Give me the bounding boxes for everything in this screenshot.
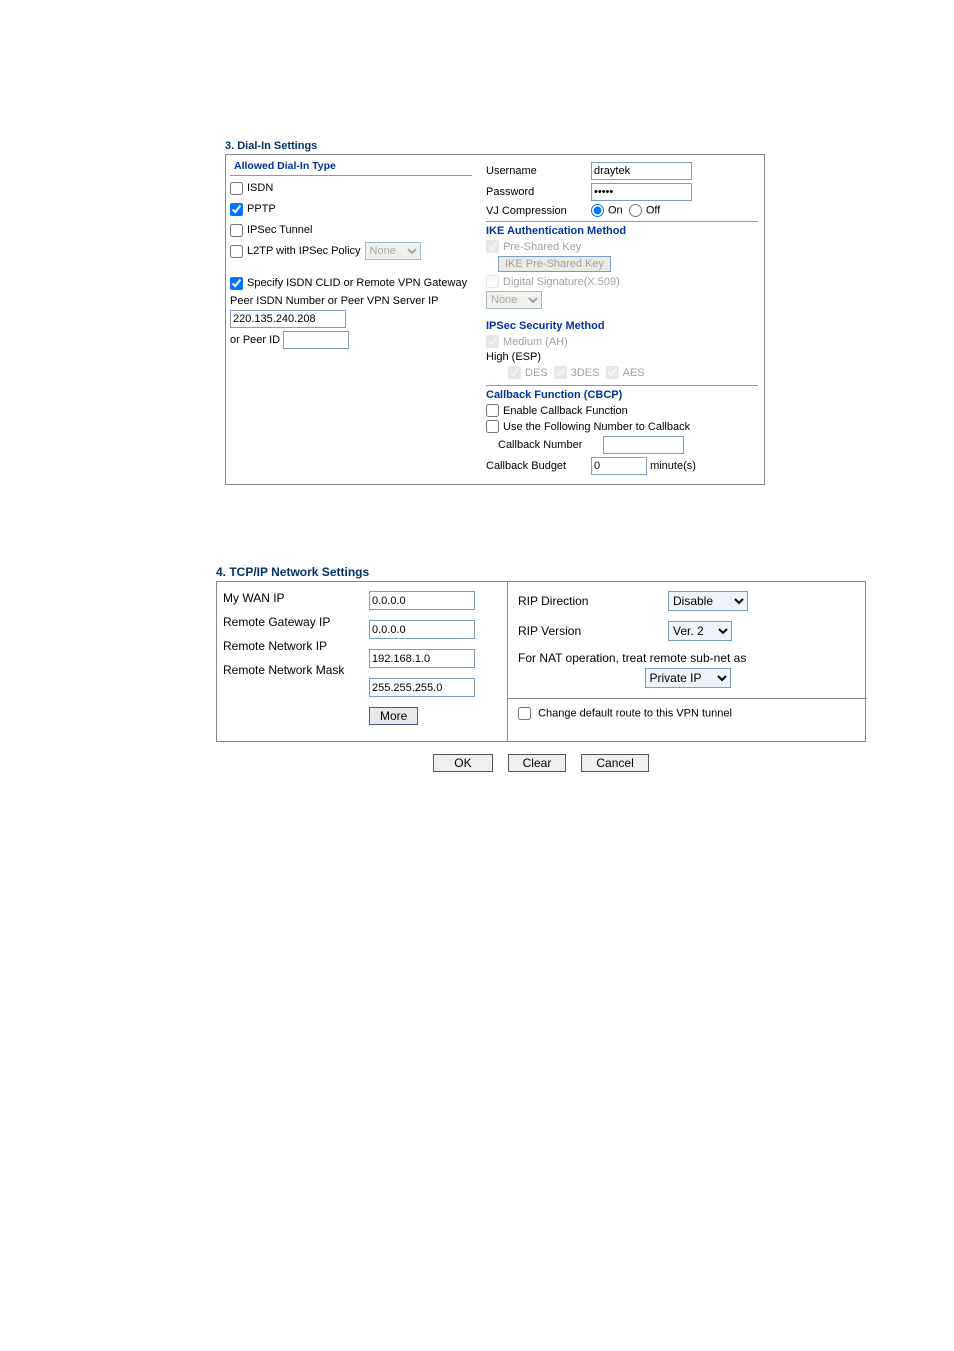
- isdn-checkbox[interactable]: [230, 182, 243, 195]
- cancel-button[interactable]: Cancel: [581, 754, 648, 772]
- enable-callback-label: Enable Callback Function: [503, 405, 628, 417]
- allowed-dialin-header: Allowed Dial-In Type: [230, 157, 472, 176]
- vj-on-radio[interactable]: [591, 204, 604, 217]
- dsig-select: None: [486, 291, 542, 309]
- my-wan-ip-label: My WAN IP: [223, 591, 285, 605]
- ipsec-tunnel-label: IPSec Tunnel: [247, 224, 312, 236]
- callback-budget-input[interactable]: [591, 457, 647, 475]
- section4-title: 4. TCP/IP Network Settings: [216, 565, 866, 579]
- des-label: DES: [525, 367, 548, 379]
- dialin-settings-box: Allowed Dial-In Type ISDN PPTP IPSec Tun…: [225, 154, 765, 485]
- password-label: Password: [486, 186, 591, 198]
- callback-budget-unit: minute(s): [650, 460, 696, 472]
- aes-checkbox: [606, 366, 619, 379]
- 3des-checkbox: [554, 366, 567, 379]
- pptp-label: PPTP: [247, 203, 276, 215]
- vj-off-label: Off: [646, 204, 660, 216]
- psk-label: Pre-Shared Key: [503, 241, 581, 253]
- vj-label: VJ Compression: [486, 205, 591, 217]
- peer-ip-input[interactable]: [230, 310, 346, 328]
- rip-version-select[interactable]: Ver. 2: [668, 621, 732, 641]
- l2tp-policy-select: None: [365, 242, 421, 260]
- vj-off-radio[interactable]: [629, 204, 642, 217]
- high-esp-label: High (ESP): [486, 351, 541, 363]
- password-input[interactable]: [591, 183, 692, 201]
- isdn-label: ISDN: [247, 182, 273, 194]
- pptp-checkbox[interactable]: [230, 203, 243, 216]
- use-following-number-label: Use the Following Number to Callback: [503, 421, 690, 433]
- callback-number-label: Callback Number: [498, 439, 603, 451]
- medium-ah-checkbox: [486, 335, 499, 348]
- l2tp-label: L2TP with IPSec Policy: [247, 245, 361, 257]
- more-button[interactable]: More: [369, 707, 418, 725]
- callback-number-input[interactable]: [603, 436, 684, 454]
- l2tp-checkbox[interactable]: [230, 245, 243, 258]
- vj-on-label: On: [608, 204, 623, 216]
- my-wan-ip-input[interactable]: [369, 591, 475, 610]
- remote-gateway-input[interactable]: [369, 620, 475, 639]
- callback-budget-label: Callback Budget: [486, 460, 591, 472]
- dsig-checkbox: [486, 275, 499, 288]
- ipsec-tunnel-checkbox[interactable]: [230, 224, 243, 237]
- tcpip-settings-box: My WAN IP Remote Gateway IP Remote Netwo…: [216, 581, 866, 742]
- peer-label: Peer ISDN Number or Peer VPN Server IP: [230, 295, 438, 307]
- username-label: Username: [486, 165, 591, 177]
- rip-version-label: RIP Version: [518, 624, 668, 638]
- remote-network-mask-label: Remote Network Mask: [223, 663, 344, 677]
- 3des-label: 3DES: [571, 367, 600, 379]
- ok-button[interactable]: OK: [433, 754, 492, 772]
- remote-network-ip-input[interactable]: [369, 649, 475, 668]
- specify-clid-label: Specify ISDN CLID or Remote VPN Gateway: [247, 277, 467, 289]
- username-input[interactable]: [591, 162, 692, 180]
- psk-button: IKE Pre-Shared Key: [498, 256, 611, 272]
- medium-ah-label: Medium (AH): [503, 336, 568, 348]
- ike-auth-header: IKE Authentication Method: [486, 221, 758, 237]
- remote-network-mask-input[interactable]: [369, 678, 475, 697]
- or-peer-id-label: or Peer ID: [230, 334, 280, 346]
- ipsec-sec-header: IPSec Security Method: [486, 320, 758, 332]
- clear-button[interactable]: Clear: [508, 754, 567, 772]
- section3-title: 3. Dial-In Settings: [225, 140, 765, 152]
- cbcp-header: Callback Function (CBCP): [486, 385, 758, 401]
- enable-callback-checkbox[interactable]: [486, 404, 499, 417]
- change-default-route-label: Change default route to this VPN tunnel: [538, 707, 732, 719]
- psk-checkbox: [486, 240, 499, 253]
- des-checkbox: [508, 366, 521, 379]
- nat-select[interactable]: Private IP: [645, 668, 731, 688]
- rip-direction-select[interactable]: Disable: [668, 591, 748, 611]
- peer-id-input[interactable]: [283, 331, 349, 349]
- change-default-route-checkbox[interactable]: [518, 707, 531, 720]
- aes-label: AES: [623, 367, 645, 379]
- remote-network-ip-label: Remote Network IP: [223, 639, 327, 653]
- rip-direction-label: RIP Direction: [518, 594, 668, 608]
- nat-text: For NAT operation, treat remote sub-net …: [518, 651, 746, 665]
- remote-gateway-label: Remote Gateway IP: [223, 615, 330, 629]
- dsig-label: Digital Signature(X.509): [503, 276, 620, 288]
- use-following-number-checkbox[interactable]: [486, 420, 499, 433]
- specify-clid-checkbox[interactable]: [230, 277, 243, 290]
